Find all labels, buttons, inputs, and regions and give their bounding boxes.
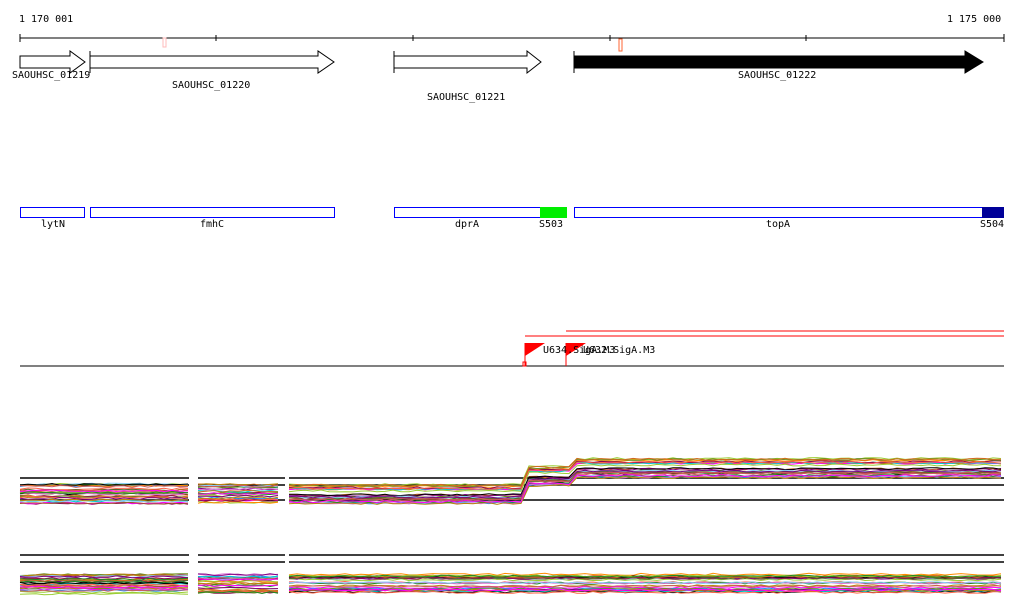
gene-label[interactable]: SAOUHSC_01221 — [427, 93, 505, 103]
gene-label[interactable]: SAOUHSC_01222 — [738, 71, 816, 81]
annotation-label[interactable]: S503 — [539, 220, 563, 230]
annotation-label[interactable]: S504 — [980, 220, 1004, 230]
s503-marker — [540, 207, 567, 218]
expression-line — [288, 572, 1002, 576]
expression-track-1 — [19, 457, 1004, 505]
expression-track-2 — [19, 554, 1004, 596]
expression-line — [19, 592, 189, 596]
gene-label[interactable]: SAOUHSC_01219 — [12, 71, 90, 81]
genome-browser: 1 170 001 1 175 000 SAOUHSC_01219 SAOUHS… — [0, 0, 1024, 611]
s504-marker — [982, 207, 1004, 218]
gene-arrow-01220 — [89, 50, 335, 74]
annotation-label[interactable]: lytN — [41, 220, 65, 230]
promoter-flag-icon — [525, 343, 545, 356]
gene-label[interactable]: SAOUHSC_01220 — [172, 81, 250, 91]
annotation-label[interactable]: dprA — [455, 220, 479, 230]
promoter-label[interactable]: U632.SigA.M3 — [583, 346, 655, 356]
annotation-label[interactable]: fmhC — [200, 220, 224, 230]
annotation-label[interactable]: topA — [766, 220, 790, 230]
gene-arrow-01221 — [393, 49, 542, 75]
ruler — [19, 34, 1005, 52]
promoter-track — [20, 330, 1004, 367]
tracks-canvas — [19, 34, 1005, 596]
gene-track — [19, 49, 984, 75]
annotation-track — [20, 207, 1004, 218]
